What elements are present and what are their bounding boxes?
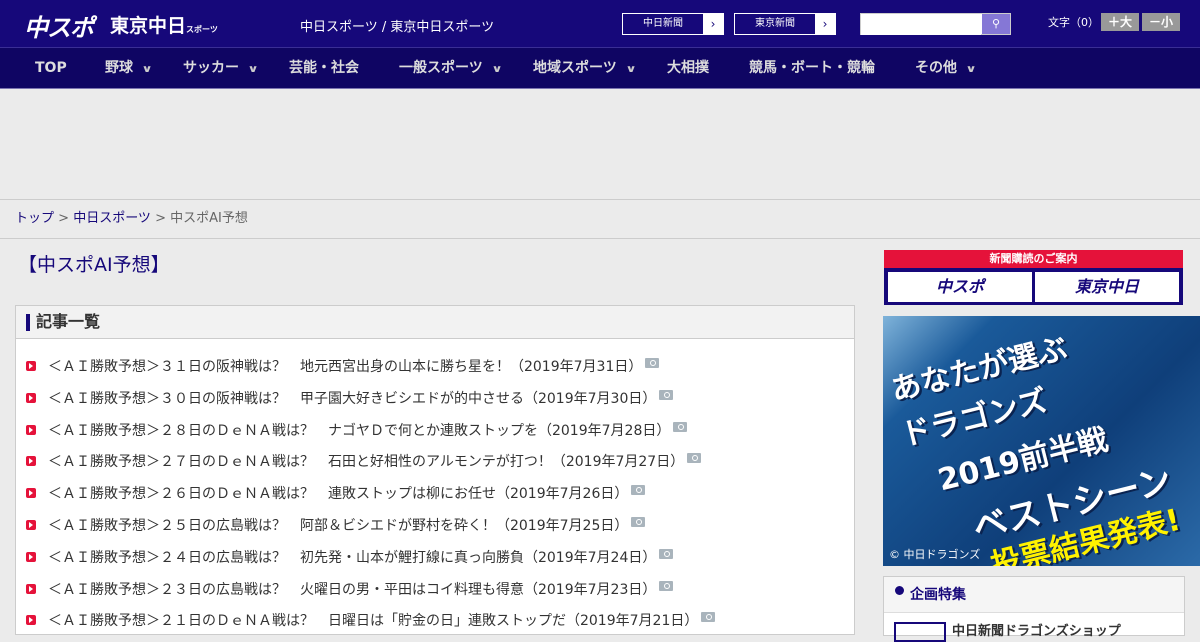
- nav-label: サッカー: [183, 60, 239, 76]
- bullet-play-icon: [26, 583, 36, 594]
- button-label: 東京新聞: [755, 18, 795, 29]
- article-list-item[interactable]: ＜ＡＩ勝敗予想＞２８日のＤｅＮＡ戦は？ ナゴヤＤで何とか連敗ストップを（2019…: [26, 420, 688, 440]
- search-button[interactable]: ⚲: [982, 14, 1010, 34]
- chevron-down-icon: ∨: [625, 64, 637, 75]
- article-list-item[interactable]: ＜ＡＩ勝敗予想＞２１日のＤｅＮＡ戦は？ 日曜日は「貯金の日」連敗ストップだ（20…: [26, 610, 716, 630]
- font-smaller-button[interactable]: －小: [1142, 13, 1180, 31]
- main-nav: TOP 野球 ∨ サッカー ∨ 芸能・社会 一般スポーツ ∨ 地域スポーツ ∨ 大相撲 …: [0, 48, 1200, 89]
- subscribe-chuspo-button[interactable]: 中スポ: [888, 272, 1032, 302]
- chevron-down-icon: ∨: [965, 64, 977, 75]
- nav-label: 野球: [105, 60, 133, 76]
- camera-icon: [659, 548, 674, 559]
- search-input[interactable]: [861, 14, 981, 35]
- breadcrumb-separator: >: [54, 211, 74, 226]
- nav-local-sports[interactable]: 地域スポーツ ∨: [533, 48, 637, 90]
- nav-label: 地域スポーツ: [533, 60, 617, 76]
- breadcrumb-top[interactable]: トップ: [15, 211, 54, 226]
- search-icon: ⚲: [991, 17, 1001, 30]
- subscribe-tokyo-button[interactable]: 東京中日: [1035, 272, 1179, 302]
- nav-label: 大相撲: [667, 60, 709, 76]
- article-list-item[interactable]: ＜ＡＩ勝敗予想＞３１日の阪神戦は？ 地元西宮出身の山本に勝ち星を！（2019年7…: [26, 356, 660, 376]
- promo-copyright: © 中日ドラゴンズ: [889, 548, 981, 561]
- breadcrumb-separator: >: [150, 211, 171, 226]
- header: 中スポ 東京中日スポーツ 中日スポーツ / 東京中日スポーツ 中日新聞 › 東京新…: [0, 0, 1200, 48]
- article-link[interactable]: ＜ＡＩ勝敗予想＞２６日のＤｅＮＡ戦は？ 連敗ストップは柳にお任せ（2019年7月…: [48, 483, 628, 503]
- nav-label: 競馬・ボート・競輪: [749, 60, 875, 76]
- feature-heading: 企画特集: [884, 577, 1184, 613]
- nav-label: 一般スポーツ: [399, 60, 483, 76]
- chevron-down-icon: ∨: [247, 64, 259, 75]
- nav-label: 芸能・社会: [289, 60, 359, 76]
- nav-other[interactable]: その他 ∨: [915, 48, 977, 90]
- logo-small-text: スポーツ: [186, 25, 218, 34]
- bullet-play-icon: [26, 551, 36, 562]
- bullet-play-icon: [26, 456, 36, 467]
- font-larger-button[interactable]: ＋大: [1101, 13, 1139, 31]
- article-link[interactable]: ＜ＡＩ勝敗予想＞２７日のＤｅＮＡ戦は？ 石田と好相性のアルモンテが打つ！（201…: [48, 451, 684, 471]
- article-list-heading: 記事一覧: [16, 306, 854, 339]
- ad-area: [0, 90, 1200, 200]
- nav-label: TOP: [35, 60, 67, 76]
- article-link[interactable]: ＜ＡＩ勝敗予想＞３０日の阪神戦は？ 甲子園大好きビシエドが的中させる（2019年…: [48, 388, 656, 408]
- bullet-play-icon: [26, 615, 36, 626]
- logo-tokyo-chunichi[interactable]: 東京中日スポーツ: [110, 11, 218, 38]
- nav-top[interactable]: TOP: [35, 48, 67, 89]
- logo-text: 東京中日: [110, 15, 187, 37]
- chevron-down-icon: ∨: [491, 64, 503, 75]
- article-link[interactable]: ＜ＡＩ勝敗予想＞３１日の阪神戦は？ 地元西宮出身の山本に勝ち星を！（2019年7…: [48, 356, 642, 376]
- subscription-banner[interactable]: 新聞購読のご案内 中スポ 東京中日: [884, 250, 1183, 305]
- article-list-item[interactable]: ＜ＡＩ勝敗予想＞２４日の広島戦は？ 初先発・山本が鯉打線に真っ向勝負（2019年…: [26, 547, 674, 567]
- breadcrumb: トップ > 中日スポーツ > 中スポAI予想: [0, 201, 1200, 239]
- camera-icon: [659, 580, 674, 591]
- bullet-play-icon: [26, 488, 36, 499]
- camera-icon: [701, 612, 716, 623]
- page-title: 【中スポAI予想】: [18, 254, 170, 276]
- camera-icon: [673, 421, 688, 432]
- camera-icon: [687, 453, 702, 464]
- article-list-item[interactable]: ＜ＡＩ勝敗予想＞２６日のＤｅＮＡ戦は？ 連敗ストップは柳にお任せ（2019年7月…: [26, 483, 646, 503]
- camera-icon: [631, 485, 646, 496]
- tagline: 中日スポーツ / 東京中日スポーツ: [300, 20, 495, 35]
- chunichi-shimbun-button[interactable]: 中日新聞 ›: [622, 13, 724, 35]
- font-size-label: 文字（0）: [1048, 16, 1099, 29]
- nav-racing[interactable]: 競馬・ボート・競輪: [749, 48, 875, 89]
- logo-chuspo[interactable]: 中スポ: [24, 8, 94, 43]
- feature-thumbnail[interactable]: [894, 622, 946, 642]
- subscription-title: 新聞購読のご案内: [884, 250, 1183, 268]
- camera-icon: [659, 389, 674, 400]
- article-link[interactable]: ＜ＡＩ勝敗予想＞２８日のＤｅＮＡ戦は？ ナゴヤＤで何とか連敗ストップを（2019…: [48, 420, 670, 440]
- nav-label: その他: [915, 60, 957, 76]
- article-link[interactable]: ＜ＡＩ勝敗予想＞２５日の広島戦は？ 阿部＆ビシエドが野村を砕く！（2019年7月…: [48, 515, 628, 535]
- bullet-play-icon: [26, 392, 36, 403]
- feature-box: 企画特集 中日新聞ドラゴンズショップ: [883, 576, 1185, 642]
- article-list-item[interactable]: ＜ＡＩ勝敗予想＞２３日の広島戦は？ 火曜日の男・平田はコイ料理も得意（2019年…: [26, 579, 674, 599]
- camera-icon: [645, 358, 660, 368]
- button-label: 中日新聞: [643, 18, 683, 29]
- nav-general-sports[interactable]: 一般スポーツ ∨: [399, 48, 503, 90]
- breadcrumb-section[interactable]: 中日スポーツ: [73, 211, 151, 226]
- article-list-item[interactable]: ＜ＡＩ勝敗予想＞３０日の阪神戦は？ 甲子園大好きビシエドが的中させる（2019年…: [26, 388, 674, 408]
- bullet-play-icon: [26, 361, 36, 371]
- nav-baseball[interactable]: 野球 ∨: [105, 48, 153, 90]
- search-box: ⚲: [860, 13, 1011, 35]
- chevron-right-icon: ›: [703, 14, 723, 34]
- bullet-play-icon: [26, 520, 36, 530]
- nav-sumo[interactable]: 大相撲: [667, 48, 709, 89]
- nav-soccer[interactable]: サッカー ∨: [183, 48, 259, 90]
- camera-icon: [631, 517, 646, 527]
- tokyo-shimbun-button[interactable]: 東京新聞 ›: [734, 13, 836, 35]
- article-list: 記事一覧 ＜ＡＩ勝敗予想＞３１日の阪神戦は？ 地元西宮出身の山本に勝ち星を！（2…: [15, 305, 855, 635]
- article-list-item[interactable]: ＜ＡＩ勝敗予想＞２５日の広島戦は？ 阿部＆ビシエドが野村を砕く！（2019年7月…: [26, 515, 646, 535]
- article-link[interactable]: ＜ＡＩ勝敗予想＞２１日のＤｅＮＡ戦は？ 日曜日は「貯金の日」連敗ストップだ（20…: [48, 610, 698, 630]
- article-link[interactable]: ＜ＡＩ勝敗予想＞２４日の広島戦は？ 初先発・山本が鯉打線に真っ向勝負（2019年…: [48, 547, 656, 567]
- article-list-item[interactable]: ＜ＡＩ勝敗予想＞２７日のＤｅＮＡ戦は？ 石田と好相性のアルモンテが打つ！（201…: [26, 451, 702, 471]
- article-link[interactable]: ＜ＡＩ勝敗予想＞２３日の広島戦は？ 火曜日の男・平田はコイ料理も得意（2019年…: [48, 579, 656, 599]
- chevron-right-icon: ›: [815, 14, 835, 34]
- nav-entertainment[interactable]: 芸能・社会: [289, 48, 359, 89]
- dragons-promo-banner[interactable]: あなたが選ぶ ドラゴンズ 2019前半戦 ベストシーン 投票結果発表! © 中日…: [883, 316, 1200, 566]
- bullet-play-icon: [26, 424, 36, 435]
- chevron-down-icon: ∨: [141, 64, 153, 75]
- breadcrumb-current: 中スポAI予想: [170, 211, 248, 226]
